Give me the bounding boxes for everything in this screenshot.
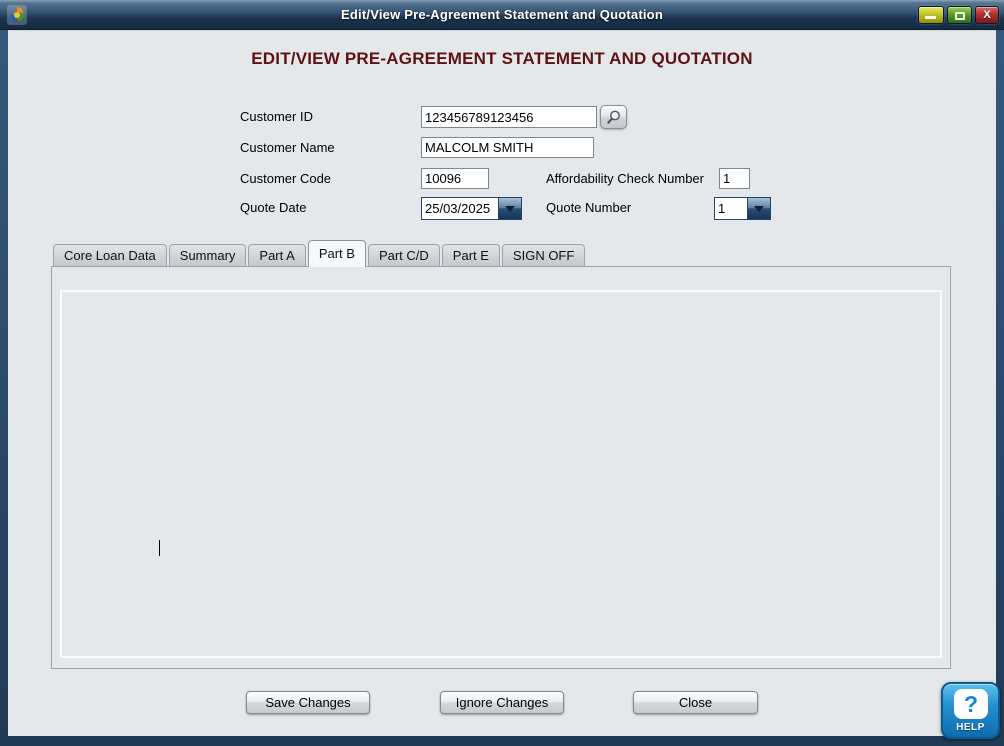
part-b-inner-panel bbox=[60, 290, 942, 658]
help-button-label: HELP bbox=[943, 722, 998, 733]
customer-code-input[interactable] bbox=[421, 168, 489, 189]
quote-number-input[interactable] bbox=[715, 198, 747, 219]
tab-sign-off[interactable]: SIGN OFF bbox=[502, 244, 585, 267]
minimize-icon bbox=[925, 16, 936, 19]
text-cursor bbox=[159, 540, 160, 556]
maximize-button[interactable] bbox=[947, 6, 972, 24]
affordability-check-number-input[interactable] bbox=[719, 168, 750, 189]
title-bar: Edit/View Pre-Agreement Statement and Qu… bbox=[0, 0, 1004, 30]
tab-part-cd[interactable]: Part C/D bbox=[368, 244, 440, 267]
quote-date-label: Quote Date bbox=[240, 197, 307, 219]
save-changes-button[interactable]: Save Changes bbox=[246, 691, 370, 714]
close-window-button[interactable]: X bbox=[975, 6, 999, 24]
customer-id-label: Customer ID bbox=[240, 106, 313, 128]
affordability-check-number-label: Affordability Check Number bbox=[546, 168, 704, 190]
customer-id-input[interactable] bbox=[421, 106, 597, 128]
quote-number-combobox bbox=[714, 197, 771, 220]
dialog-body: EDIT/VIEW PRE-AGREEMENT STATEMENT AND QU… bbox=[8, 30, 996, 736]
question-mark-icon: ? bbox=[954, 689, 988, 719]
help-button[interactable]: ? HELP bbox=[941, 682, 1000, 739]
customer-name-input[interactable] bbox=[421, 137, 594, 158]
app-window: Edit/View Pre-Agreement Statement and Qu… bbox=[0, 0, 1004, 746]
quote-number-dropdown-button[interactable] bbox=[747, 198, 770, 219]
page-title: EDIT/VIEW PRE-AGREEMENT STATEMENT AND QU… bbox=[8, 49, 996, 69]
tab-summary[interactable]: Summary bbox=[169, 244, 247, 267]
tab-bar: Core Loan Data Summary Part A Part B Par… bbox=[53, 240, 587, 267]
customer-name-label: Customer Name bbox=[240, 137, 335, 159]
quote-date-combobox bbox=[421, 197, 522, 220]
ignore-changes-button[interactable]: Ignore Changes bbox=[440, 691, 564, 714]
maximize-icon bbox=[955, 12, 965, 20]
window-title: Edit/View Pre-Agreement Statement and Qu… bbox=[0, 7, 1004, 22]
part-b-tab-panel bbox=[51, 266, 951, 669]
minimize-button[interactable] bbox=[918, 6, 944, 24]
close-button[interactable]: Close bbox=[633, 691, 758, 714]
tab-part-b[interactable]: Part B bbox=[308, 240, 366, 267]
quote-date-dropdown-button[interactable] bbox=[498, 198, 521, 219]
quote-date-input[interactable] bbox=[422, 198, 498, 219]
quote-number-label: Quote Number bbox=[546, 197, 631, 219]
magnifier-icon bbox=[605, 109, 622, 126]
tab-part-a[interactable]: Part A bbox=[248, 244, 305, 267]
tab-core-loan-data[interactable]: Core Loan Data bbox=[53, 244, 167, 267]
customer-search-button[interactable] bbox=[600, 105, 627, 129]
customer-code-label: Customer Code bbox=[240, 168, 331, 190]
tab-part-e[interactable]: Part E bbox=[442, 244, 500, 267]
